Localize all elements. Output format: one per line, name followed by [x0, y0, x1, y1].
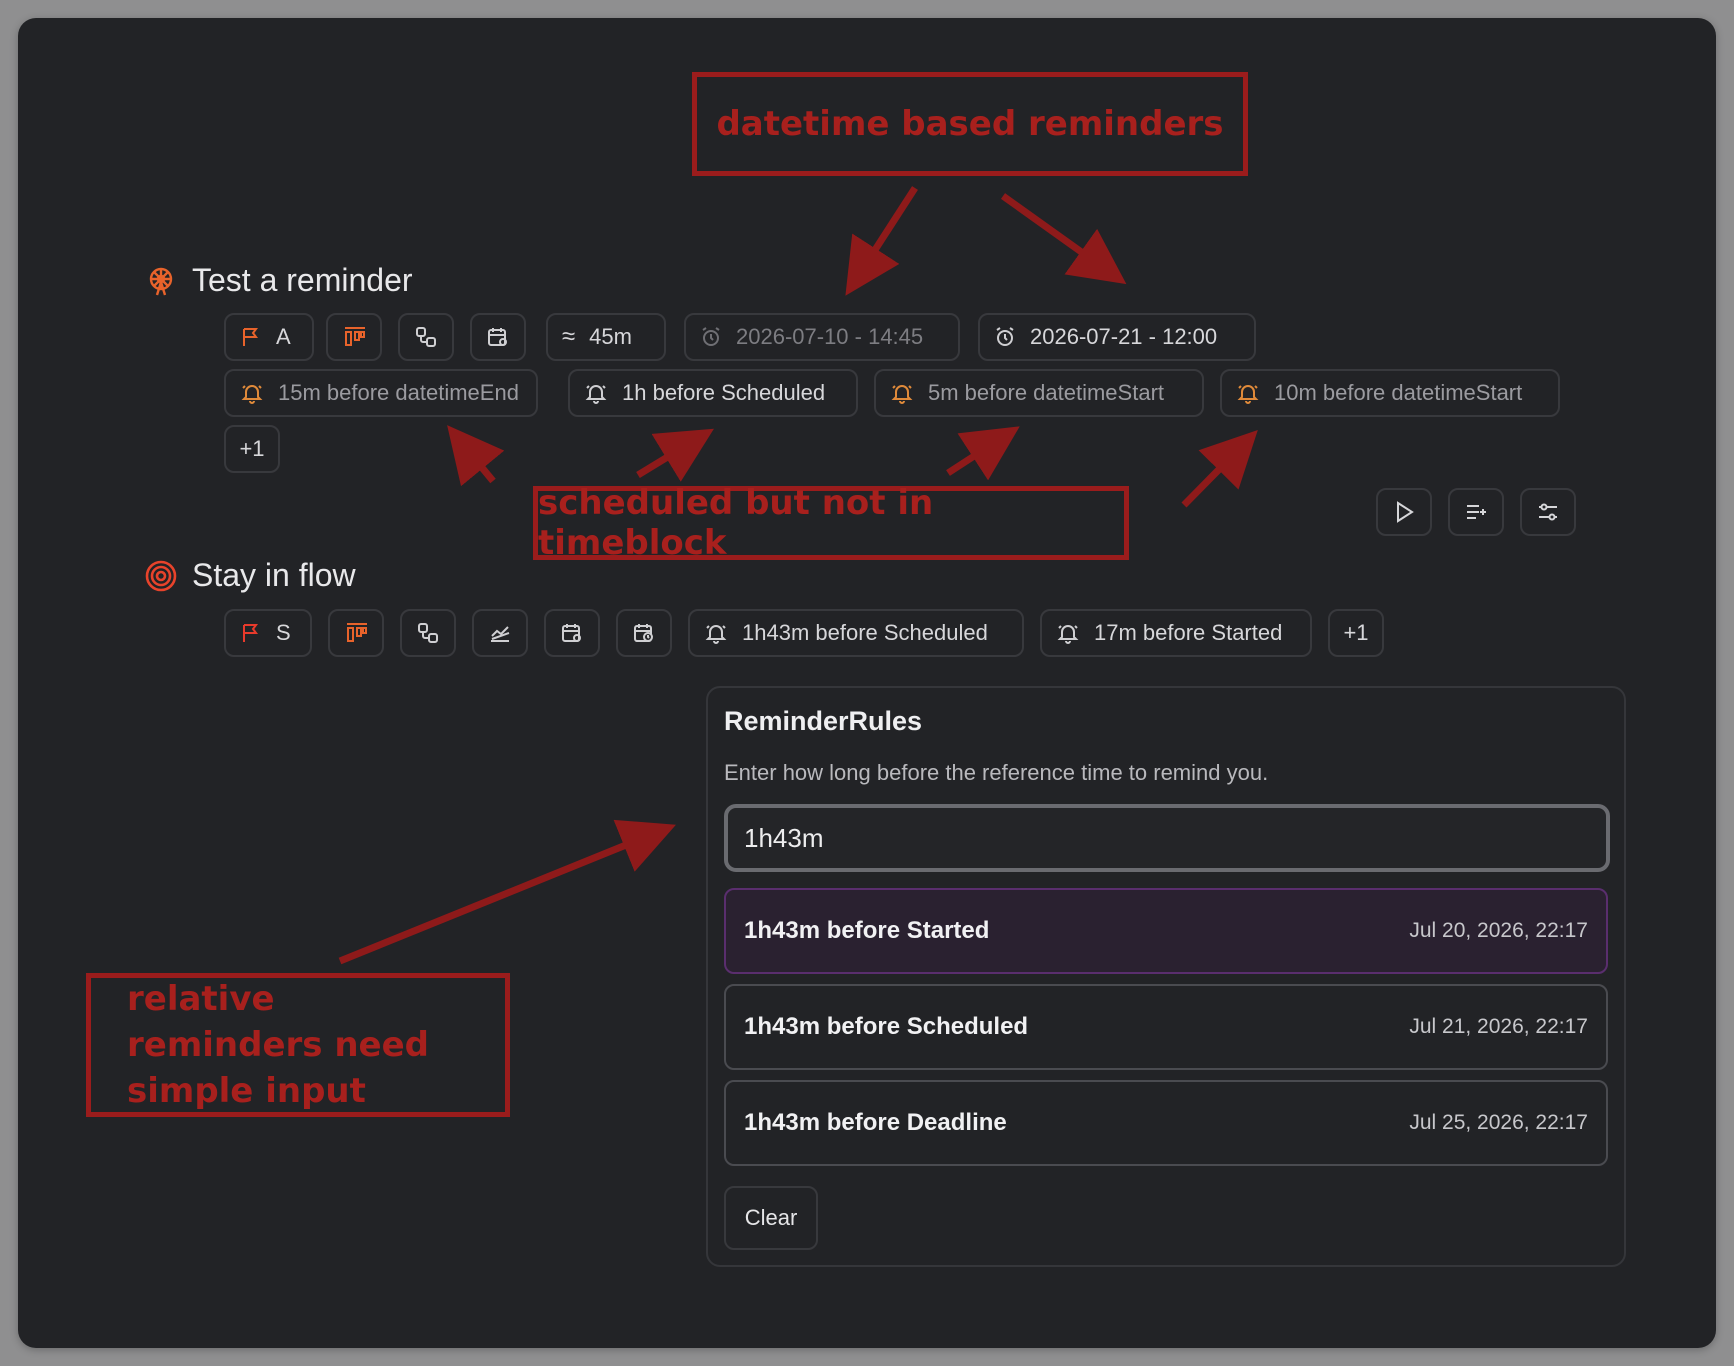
timeblock-chip[interactable]: [328, 609, 384, 657]
datetime-start-chip[interactable]: 2026-07-10 - 14:45: [684, 313, 960, 361]
timeblock-chip[interactable]: [326, 313, 382, 361]
app-panel: datetime based reminders scheduled but n…: [18, 18, 1716, 1348]
schedule-chip[interactable]: [470, 313, 526, 361]
flag-icon: [243, 328, 258, 346]
annotation-scheduled-not-timeblock: scheduled but not in timeblock: [533, 483, 1129, 563]
calendar-gear-icon: [562, 624, 581, 642]
arrow-to-reminder-1: [447, 425, 505, 487]
alarm-clock-icon: [996, 327, 1014, 346]
kanban-icon: [345, 327, 365, 346]
arrow-to-reminder-2: [636, 428, 714, 482]
kanban-icon: [347, 623, 367, 642]
reminder-duration-input[interactable]: 1h43m: [724, 804, 1610, 872]
calendar-clock-icon: [634, 624, 653, 642]
play-icon: [1397, 501, 1414, 523]
reminder-chip[interactable]: 15m before datetimeEnd: [224, 369, 538, 417]
bell-icon: [585, 385, 607, 404]
play-button[interactable]: [1376, 488, 1432, 536]
duration-chip[interactable]: ≈ 45m: [546, 313, 666, 361]
sliders-icon: [1539, 503, 1557, 521]
calendar-clock-chip[interactable]: [616, 609, 672, 657]
reminder-chip[interactable]: 17m before Started: [1040, 609, 1312, 657]
approx-icon: ≈: [562, 323, 576, 350]
reminder-chip[interactable]: 5m before datetimeStart: [874, 369, 1204, 417]
reminder-option[interactable]: 1h43m before Started Jul 20, 2026, 22:17: [724, 888, 1608, 974]
flag-icon: [243, 624, 258, 642]
bell-icon: [241, 385, 263, 404]
clear-button[interactable]: Clear: [724, 1186, 818, 1250]
annotation-datetime-reminders: datetime based reminders: [692, 72, 1248, 176]
dependencies-chip[interactable]: [400, 609, 456, 657]
list-plus-icon: [1467, 505, 1486, 519]
schedule-chip[interactable]: [544, 609, 600, 657]
task-title: Stay in flow: [192, 557, 356, 593]
steps-icon: [416, 327, 436, 347]
annotation-relative-reminders: relative reminders need simple input: [86, 973, 510, 1117]
reminder-chip[interactable]: 1h43m before Scheduled: [688, 609, 1024, 657]
chart-line-icon: [491, 626, 510, 642]
arrow-to-reminder-4: [1181, 430, 1258, 508]
target-icon: [144, 559, 178, 593]
reminder-option[interactable]: 1h43m before Deadline Jul 25, 2026, 22:1…: [724, 1080, 1608, 1166]
task-item-stay-in-flow[interactable]: Stay in flow: [144, 557, 356, 594]
bell-icon: [705, 625, 727, 644]
priority-chip[interactable]: A: [224, 313, 314, 361]
task-title: Test a reminder: [192, 262, 413, 298]
arrow-to-end-date: [1000, 193, 1127, 285]
priority-chip[interactable]: S: [224, 609, 312, 657]
reminder-chip[interactable]: 10m before datetimeStart: [1220, 369, 1560, 417]
arrow-to-start-date: [845, 186, 918, 296]
arrow-to-reminder-3: [946, 426, 1020, 481]
bell-icon: [1057, 625, 1079, 644]
bell-icon: [1237, 385, 1259, 404]
alarm-clock-icon: [702, 327, 720, 346]
reminder-option[interactable]: 1h43m before Scheduled Jul 21, 2026, 22:…: [724, 984, 1608, 1070]
more-reminders-chip[interactable]: +1: [224, 425, 280, 473]
calendar-gear-icon: [488, 328, 507, 346]
popover-title: ReminderRules: [724, 706, 923, 736]
progress-chip[interactable]: [472, 609, 528, 657]
arrow-to-input: [338, 819, 676, 965]
dependencies-chip[interactable]: [398, 313, 454, 361]
task-item-test-reminder[interactable]: Test a reminder: [144, 262, 413, 299]
steps-icon: [418, 623, 438, 643]
more-reminders-chip[interactable]: +1: [1328, 609, 1384, 657]
datetime-end-chip[interactable]: 2026-07-21 - 12:00: [978, 313, 1256, 361]
reminder-chip[interactable]: 1h before Scheduled: [568, 369, 858, 417]
settings-button[interactable]: [1520, 488, 1576, 536]
add-subtask-button[interactable]: [1448, 488, 1504, 536]
popover-description: Enter how long before the reference time…: [724, 760, 1269, 785]
bell-icon: [891, 385, 913, 404]
reminder-rules-popover: ReminderRules Enter how long before the …: [706, 686, 1626, 1267]
ferris-wheel-icon: [144, 264, 178, 298]
